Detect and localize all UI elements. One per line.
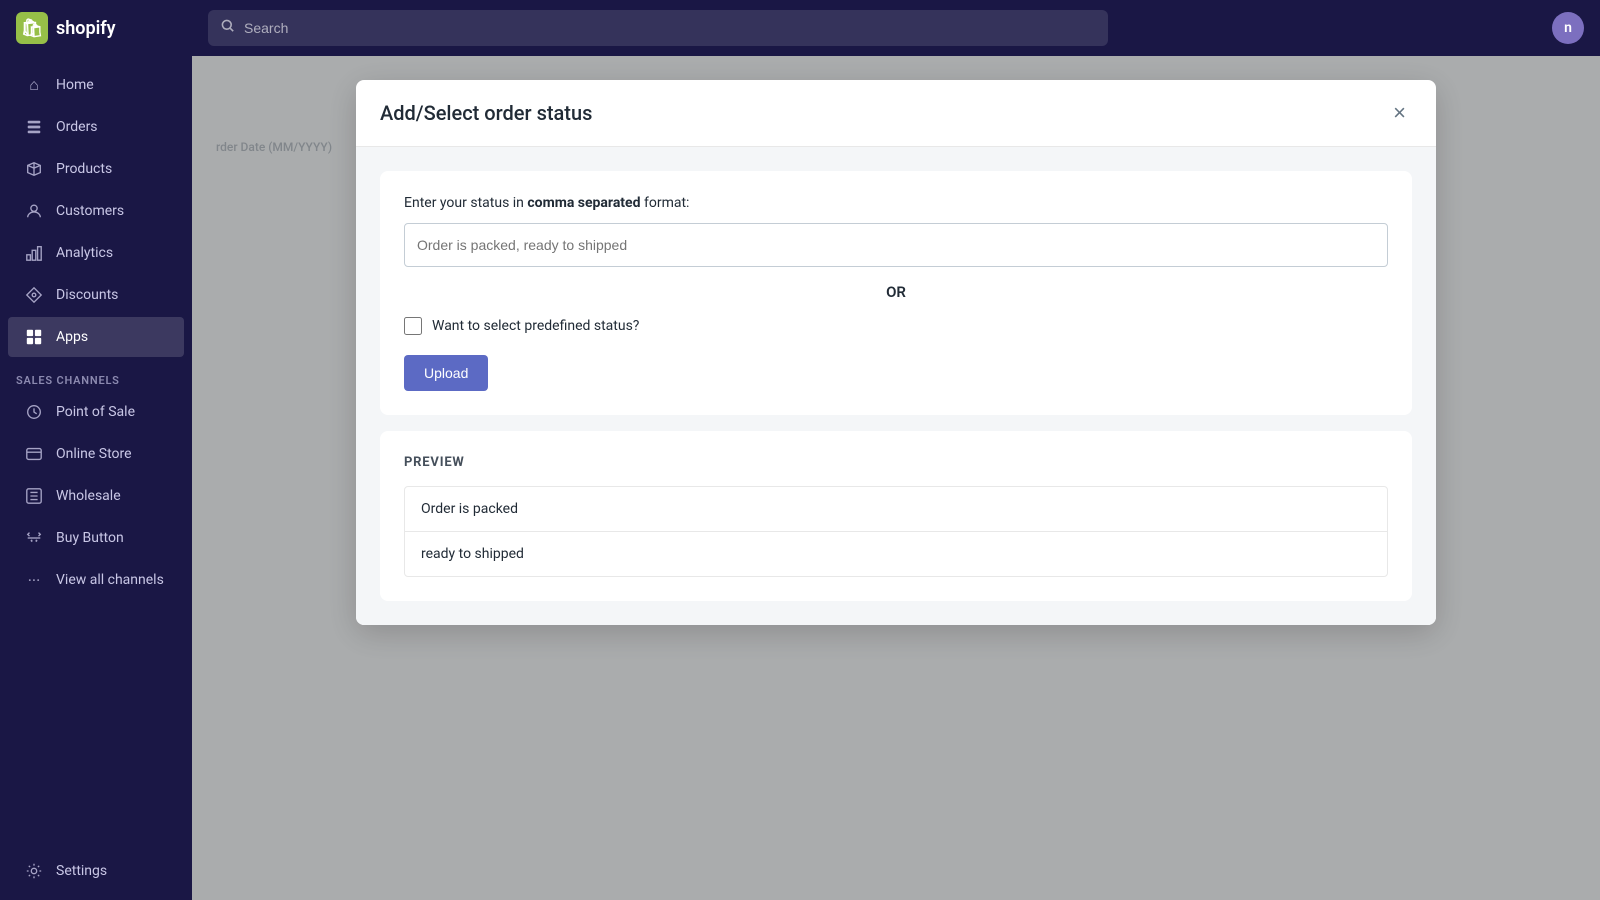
sidebar-item-online-store[interactable]: Online Store: [8, 434, 184, 474]
input-label: Enter your status in comma separated for…: [404, 195, 1388, 211]
sidebar-item-analytics[interactable]: Analytics: [8, 233, 184, 273]
orders-icon: [24, 117, 44, 137]
topbar: n: [192, 0, 1600, 56]
sidebar-item-point-of-sale[interactable]: Point of Sale: [8, 392, 184, 432]
sidebar-item-discounts[interactable]: Discounts: [8, 275, 184, 315]
sidebar-item-orders[interactable]: Orders: [8, 107, 184, 147]
modal-body: Enter your status in comma separated for…: [356, 147, 1436, 625]
customers-icon: [24, 201, 44, 221]
sidebar-item-apps[interactable]: Apps: [8, 317, 184, 357]
analytics-icon: [24, 243, 44, 263]
sidebar-nav: ⌂ Home Orders Products Customers Analy: [0, 56, 192, 900]
search-icon: [220, 18, 236, 38]
sidebar-item-products[interactable]: Products: [8, 149, 184, 189]
sales-channels-label: SALES CHANNELS: [0, 358, 192, 391]
sidebar: 🛍 shopify ⌂ Home Orders Products Custome…: [0, 0, 192, 900]
add-select-order-status-modal: Add/Select order status × Enter your sta…: [356, 80, 1436, 625]
point-of-sale-icon: [24, 402, 44, 422]
modal-close-button[interactable]: ×: [1387, 100, 1412, 126]
discounts-icon: [24, 285, 44, 305]
or-divider: OR: [404, 267, 1388, 317]
sidebar-logo-text: shopify: [56, 18, 116, 39]
sidebar-item-view-all-channels[interactable]: ··· View all channels: [8, 560, 184, 600]
preview-item: Order is packed: [405, 487, 1387, 532]
search-input[interactable]: [244, 20, 1096, 36]
products-icon: [24, 159, 44, 179]
avatar: n: [1552, 12, 1584, 44]
predefined-status-row: Want to select predefined status?: [404, 317, 1388, 335]
home-icon: ⌂: [24, 75, 44, 95]
preview-section: PREVIEW Order is packed ready to shipped: [380, 431, 1412, 601]
upload-button[interactable]: Upload: [404, 355, 488, 391]
search-bar[interactable]: [208, 10, 1108, 46]
sidebar-item-home[interactable]: ⌂ Home: [8, 65, 184, 105]
buy-button-icon: [24, 528, 44, 548]
sidebar-logo[interactable]: 🛍 shopify: [0, 0, 192, 56]
input-section: Enter your status in comma separated for…: [380, 171, 1412, 415]
predefined-status-label[interactable]: Want to select predefined status?: [432, 318, 639, 334]
modal-header: Add/Select order status ×: [356, 80, 1436, 147]
modal-overlay: Add/Select order status × Enter your sta…: [192, 56, 1600, 900]
settings-icon: [24, 861, 44, 881]
shopify-bag-icon: 🛍: [16, 12, 48, 44]
preview-item: ready to shipped: [405, 532, 1387, 576]
modal-title: Add/Select order status: [380, 101, 592, 125]
sidebar-item-customers[interactable]: Customers: [8, 191, 184, 231]
sidebar-item-settings[interactable]: Settings: [8, 851, 184, 891]
online-store-icon: [24, 444, 44, 464]
preview-title: PREVIEW: [404, 455, 1388, 470]
predefined-status-checkbox[interactable]: [404, 317, 422, 335]
status-input[interactable]: [404, 223, 1388, 267]
apps-icon: [24, 327, 44, 347]
sidebar-item-buy-button[interactable]: Buy Button: [8, 518, 184, 558]
ellipsis-icon: ···: [24, 570, 44, 590]
sidebar-item-wholesale[interactable]: Wholesale: [8, 476, 184, 516]
wholesale-icon: [24, 486, 44, 506]
preview-list: Order is packed ready to shipped: [404, 486, 1388, 577]
